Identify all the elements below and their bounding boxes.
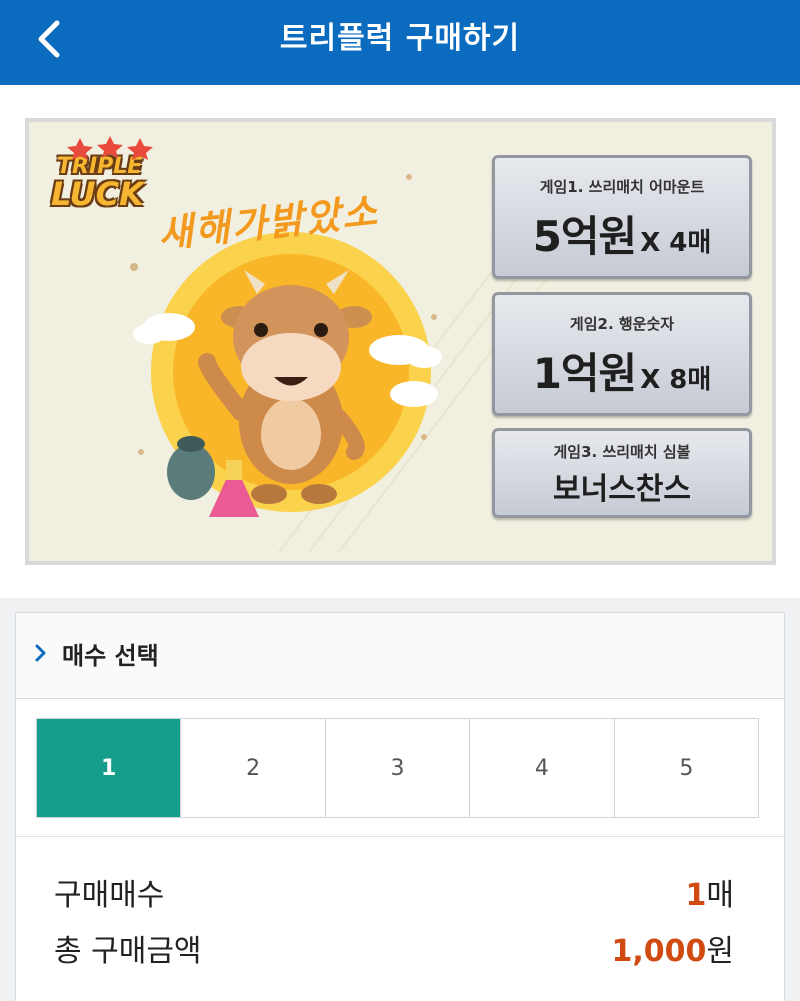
panel-header: 매수 선택 xyxy=(16,613,784,699)
purchase-count-unit: 매 xyxy=(706,878,734,913)
game3-label: 게임3. 쓰리매치 심볼 xyxy=(553,443,691,461)
quantity-option-4[interactable]: 4 xyxy=(469,719,614,817)
total-amount-value: 1,000원 xyxy=(611,926,734,970)
game2-amount: 1억원 xyxy=(532,349,638,398)
divider xyxy=(16,836,784,837)
quantity-option-3[interactable]: 3 xyxy=(324,719,470,817)
game2-prize: 1억원 X 8매 xyxy=(495,340,749,401)
game2-count: X 8매 xyxy=(640,365,712,395)
game3-prize: 보너스찬스 xyxy=(553,472,691,507)
total-amount-unit: 원 xyxy=(706,934,734,969)
game1-card: 게임1. 쓰리매치 어마운트 5억원 X 4매 xyxy=(492,155,752,279)
game1-prize: 5억원 X 4매 xyxy=(495,203,749,264)
page-title: 트리플럭 구매하기 xyxy=(279,21,521,56)
total-amount-row: 총 구매금액 1,000원 xyxy=(54,926,734,970)
purchase-count-value: 1매 xyxy=(686,870,734,914)
purchase-count-label: 구매매수 xyxy=(54,878,165,913)
logo-line2: LUCK xyxy=(51,175,144,213)
promo-banner: TRIPLE LUCK 새해가밝았소 게임1. 쓰리매치 어마운트 5억원 X 4… xyxy=(25,118,776,565)
quantity-panel: 매수 선택 1 2 3 4 5 구매매수 1매 총 구매금액 1,000원 xyxy=(15,612,785,1001)
chevron-right-icon xyxy=(35,644,46,662)
game2-card: 게임2. 행운숫자 1억원 X 8매 xyxy=(492,292,752,416)
quantity-option-2[interactable]: 2 xyxy=(180,719,325,817)
quantity-section-title: 매수 선택 xyxy=(62,642,159,670)
total-amount-number: 1,000 xyxy=(611,934,707,969)
quantity-option-1[interactable]: 1 xyxy=(37,719,181,817)
quantity-option-5[interactable]: 5 xyxy=(613,719,759,817)
purchase-count-row: 구매매수 1매 xyxy=(54,870,734,914)
game3-card: 게임3. 쓰리매치 심볼 보너스찬스 xyxy=(492,428,752,518)
game1-amount: 5억원 xyxy=(532,212,638,261)
quantity-selector: 1 2 3 4 5 xyxy=(36,718,759,818)
purchase-count-number: 1 xyxy=(685,878,707,913)
total-amount-label: 총 구매금액 xyxy=(54,934,202,969)
stars-icon xyxy=(67,136,153,160)
banner-inner: TRIPLE LUCK 새해가밝았소 게임1. 쓰리매치 어마운트 5억원 X 4… xyxy=(29,122,772,561)
game1-label: 게임1. 쓰리매치 어마운트 xyxy=(539,178,705,196)
brand-logo: TRIPLE LUCK xyxy=(43,136,153,213)
top-bar: 트리플럭 구매하기 xyxy=(0,0,800,85)
game1-count: X 4매 xyxy=(640,228,712,258)
game2-label: 게임2. 행운숫자 xyxy=(569,315,675,333)
